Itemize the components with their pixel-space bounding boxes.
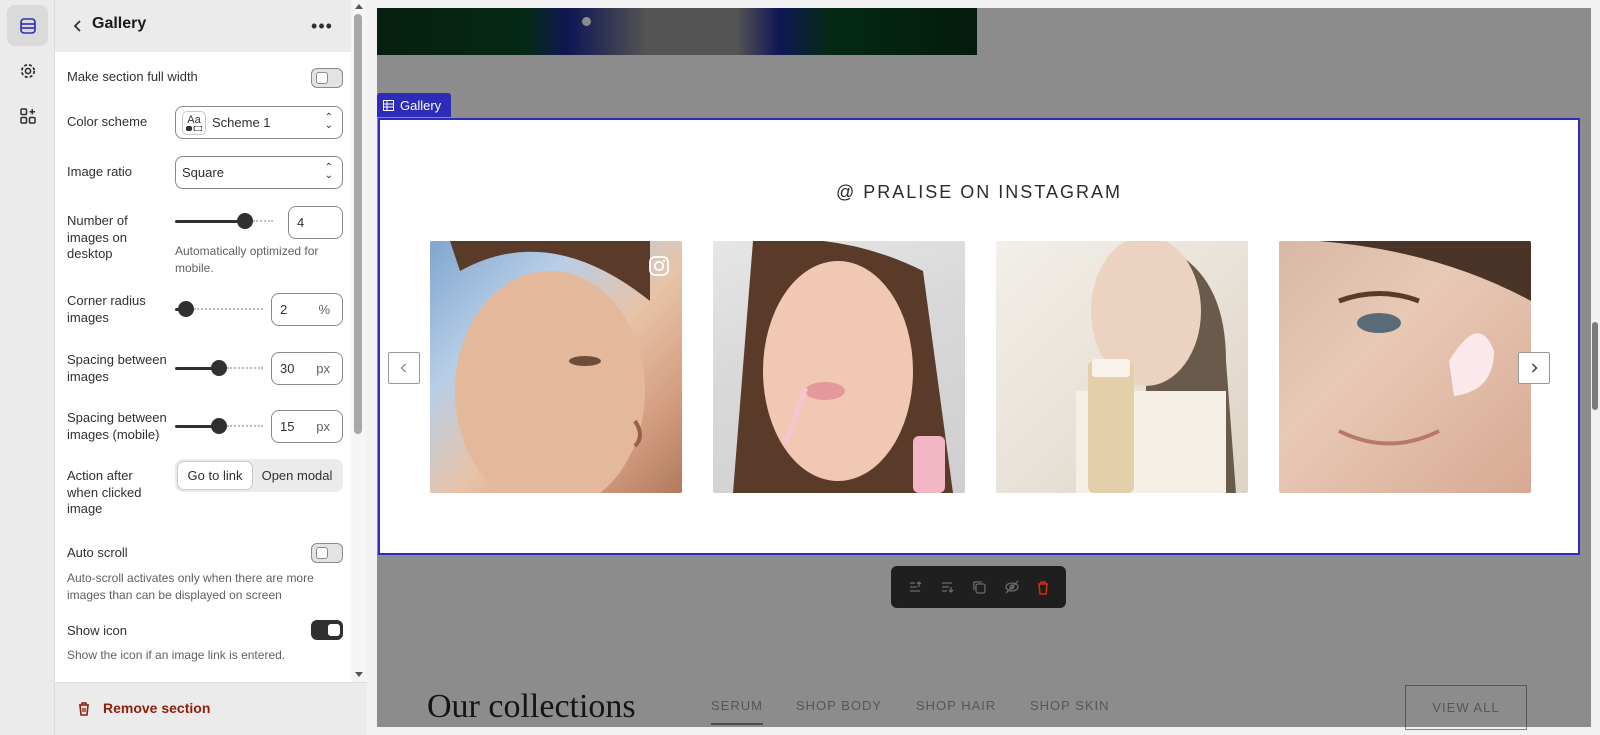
section-tag[interactable]: Gallery [377, 93, 452, 117]
move-up-icon[interactable] [907, 579, 923, 595]
collections-title: Our collections [427, 688, 636, 725]
spacing-mobile-unit: px [316, 419, 330, 434]
instagram-icon [648, 255, 670, 277]
corner-radius-label: Corner radius images [67, 293, 146, 325]
face-illustration [450, 241, 650, 493]
image-ratio-label: Image ratio [67, 164, 133, 179]
sections-icon[interactable] [7, 5, 48, 46]
images-desktop-value: 4 [297, 215, 305, 230]
scroll-down-arrow-icon[interactable] [355, 672, 363, 677]
scheme-swatch-icon: Aa [182, 110, 206, 135]
gallery-image-cream-cheek[interactable] [1279, 241, 1531, 493]
section-floating-toolbar [891, 566, 1066, 608]
section-settings-panel: Gallery ••• Make section full width Colo… [55, 0, 367, 735]
back-button[interactable] [63, 11, 93, 41]
image-ratio-select[interactable]: Square ⌃ ⌄ [175, 156, 343, 189]
images-desktop-slider[interactable] [175, 211, 273, 231]
auto-scroll-toggle[interactable] [311, 543, 343, 563]
panel-header: Gallery ••• [55, 0, 367, 52]
serum-illustration [1076, 241, 1236, 493]
show-icon-label: Show icon [67, 623, 127, 638]
images-desktop-input[interactable]: 4 [288, 206, 343, 239]
select-chevron-icon: ⌃ ⌄ [324, 162, 333, 181]
show-icon-toggle[interactable] [311, 620, 343, 640]
scroll-up-arrow-icon[interactable] [355, 4, 363, 9]
spacing-mobile-slider[interactable] [175, 416, 263, 436]
left-rail [0, 0, 55, 735]
images-desktop-helper: Automatically optimized for mobile. [175, 244, 319, 275]
images-desktop-label: Number of images on desktop [67, 213, 128, 261]
spacing-unit: px [316, 361, 330, 376]
auto-scroll-helper: Auto-scroll activates only when there ar… [67, 571, 314, 602]
full-width-toggle[interactable] [311, 68, 343, 88]
color-scheme-value: Scheme 1 [212, 115, 271, 130]
corner-radius-value: 2 [280, 302, 288, 317]
gallery-heading: @ PRALISE ON INSTAGRAM [836, 182, 1122, 202]
section-tag-label: Gallery [400, 97, 442, 113]
corner-radius-unit: % [318, 302, 330, 317]
spacing-mobile-value: 15 [280, 419, 295, 434]
chevron-right-icon [1532, 363, 1538, 373]
remove-section-bar: Remove section [55, 682, 367, 735]
spacing-slider[interactable] [175, 358, 263, 378]
auto-scroll-label: Auto scroll [67, 545, 128, 560]
select-chevron-icon: ⌃ ⌄ [324, 112, 333, 131]
delete-icon[interactable] [1036, 580, 1050, 595]
corner-radius-input[interactable]: 2 % [271, 293, 343, 326]
panel-scroll-thumb[interactable] [354, 14, 362, 434]
panel-title: Gallery [92, 15, 147, 32]
move-down-icon[interactable] [939, 579, 955, 595]
trash-icon [79, 701, 89, 716]
gallery-prev-button[interactable] [388, 352, 420, 384]
spacing-input[interactable]: 30 px [271, 352, 343, 385]
remove-section-label: Remove section [103, 700, 211, 716]
color-scheme-select[interactable]: Aa Scheme 1 ⌃ ⌄ [175, 106, 343, 139]
chevron-left-icon [400, 363, 406, 373]
preview-scrollbar[interactable] [1590, 0, 1600, 735]
gallery-next-button[interactable] [1518, 352, 1550, 384]
corner-radius-slider[interactable] [175, 299, 263, 319]
remove-section-button[interactable]: Remove section [77, 700, 210, 716]
go-to-link-option[interactable]: Go to link [177, 461, 253, 490]
lipgloss-illustration [733, 241, 953, 493]
duplicate-icon[interactable] [971, 579, 987, 595]
show-icon-helper: Show the icon if an image link is entere… [67, 648, 286, 662]
gallery-image-lip-gloss[interactable] [713, 241, 965, 493]
cream-illustration [1279, 241, 1531, 446]
spacing-value: 30 [280, 361, 295, 376]
preview-scroll-thumb[interactable] [1592, 322, 1598, 410]
gallery-image-serum-bottle[interactable] [996, 241, 1248, 493]
open-modal-option[interactable]: Open modal [253, 461, 341, 490]
hide-icon[interactable] [1004, 579, 1020, 595]
gallery-section[interactable]: @ PRALISE ON INSTAGRAM [378, 118, 1580, 555]
spacing-label: Spacing between images [67, 352, 167, 384]
action-label: Action after when clicked image [67, 468, 142, 516]
full-width-label: Make section full width [67, 69, 198, 84]
settings-icon[interactable] [7, 50, 48, 91]
section-grid-icon [383, 99, 394, 111]
spacing-mobile-label: Spacing between images (mobile) [67, 410, 167, 442]
image-ratio-value: Square [182, 165, 224, 180]
color-scheme-label: Color scheme [67, 114, 148, 129]
apps-icon[interactable] [7, 95, 48, 136]
panel-scrollbar[interactable] [351, 0, 367, 682]
chevron-left-icon [73, 20, 81, 32]
gallery-image-freckled-face[interactable] [430, 241, 682, 493]
action-segmented-control: Go to link Open modal [175, 459, 343, 492]
spacing-mobile-input[interactable]: 15 px [271, 410, 343, 443]
more-options-button[interactable]: ••• [307, 11, 337, 41]
